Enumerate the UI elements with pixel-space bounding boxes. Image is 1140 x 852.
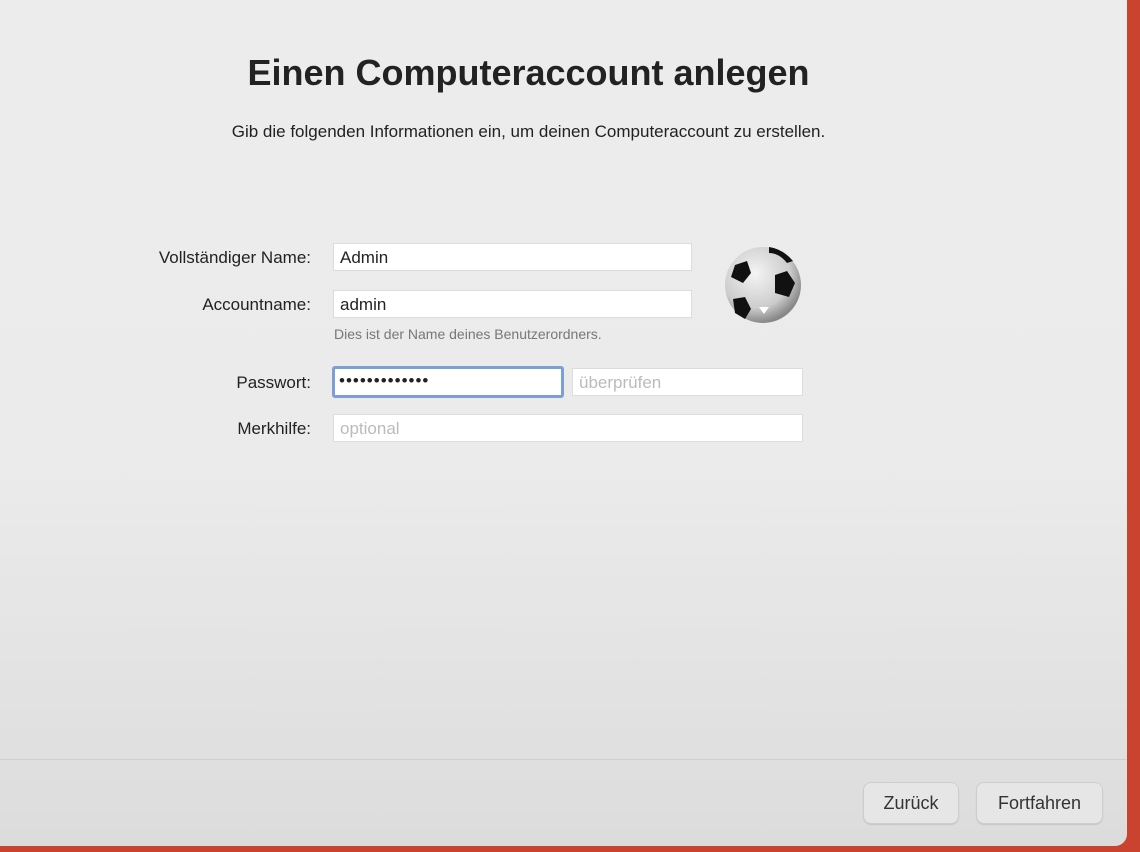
account-name-input[interactable]: admin [333, 290, 692, 318]
hint-label: Merkhilfe: [237, 419, 311, 438]
avatar-picker[interactable] [723, 243, 803, 323]
password-input[interactable]: ••••••••••••• [332, 366, 564, 398]
full-name-label: Vollständiger Name: [158, 248, 311, 267]
password-verify-input[interactable]: überprüfen [572, 368, 803, 396]
continue-button[interactable]: Fortfahren [976, 782, 1103, 824]
soccer-ball-icon [725, 247, 801, 323]
account-name-hint: Dies ist der Name deines Benutzerordners… [334, 326, 602, 342]
hint-input[interactable]: optional [333, 414, 803, 442]
password-label: Passwort: [236, 373, 311, 392]
page-title: Einen Computeraccount anlegen [247, 52, 810, 93]
full-name-input[interactable]: Admin [333, 243, 692, 271]
footer-divider [0, 759, 1127, 760]
setup-window: Einen Computeraccount anlegen Gib die fo… [0, 0, 1127, 846]
page-subtitle: Gib die folgenden Informationen ein, um … [231, 122, 826, 141]
back-button[interactable]: Zurück [863, 782, 959, 824]
account-name-label: Accountname: [202, 295, 311, 314]
